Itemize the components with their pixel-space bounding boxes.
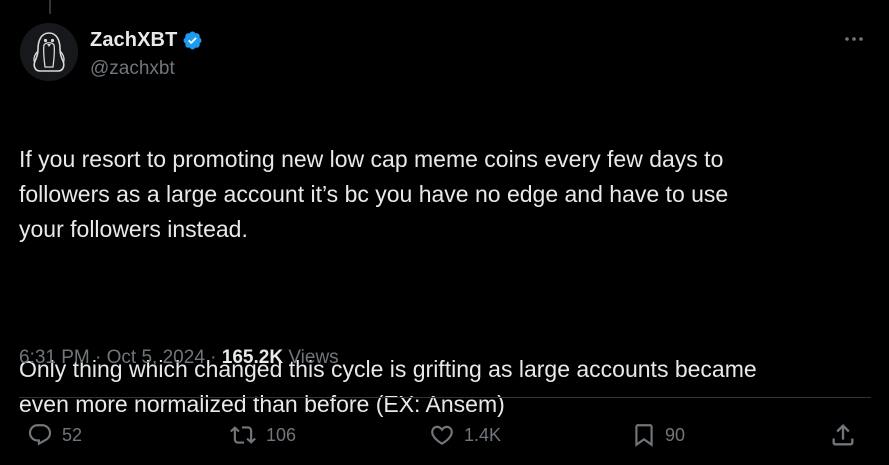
repost-button[interactable]: 106 <box>228 421 296 449</box>
bookmark-icon <box>635 424 653 447</box>
penguin-avatar-icon <box>20 23 78 81</box>
meta-separator: · <box>89 347 107 368</box>
views-label: Views <box>283 347 339 368</box>
author-info: ZachXBT @zachxbt <box>90 28 203 80</box>
tweet-date[interactable]: Oct 5, 2024 <box>107 347 205 369</box>
display-name[interactable]: ZachXBT <box>90 29 177 52</box>
meta-separator: · <box>204 347 222 368</box>
share-icon <box>832 424 854 446</box>
bookmark-button[interactable]: 90 <box>631 421 685 449</box>
reply-count: 52 <box>62 424 83 445</box>
views-count: 165.2K <box>221 347 284 368</box>
tweet-time[interactable]: 6:31 PM <box>19 347 90 369</box>
reply-button[interactable]: 52 <box>26 421 82 449</box>
repost-icon <box>230 426 256 444</box>
tweet-meta: 6:31 PM · Oct 5, 2024 · 165.2K Views <box>19 347 339 369</box>
like-button[interactable]: 1.4K <box>428 421 501 449</box>
avatar[interactable] <box>20 23 78 81</box>
heart-icon <box>431 425 453 445</box>
divider <box>19 397 871 398</box>
like-count: 1.4K <box>464 424 502 445</box>
share-button[interactable] <box>829 421 857 449</box>
repost-count: 106 <box>266 424 297 445</box>
handle[interactable]: @zachxbt <box>90 58 203 80</box>
thread-connector-line <box>49 0 51 14</box>
tweet-text: If you resort to promoting new low cap m… <box>19 107 874 457</box>
more-options-icon[interactable] <box>843 28 865 50</box>
tweet-paragraph: If you resort to promoting new low cap m… <box>19 146 729 242</box>
verified-badge-icon[interactable] <box>182 30 203 51</box>
bookmark-count: 90 <box>665 424 686 445</box>
reply-icon <box>28 424 52 446</box>
name-row: ZachXBT <box>90 28 203 52</box>
